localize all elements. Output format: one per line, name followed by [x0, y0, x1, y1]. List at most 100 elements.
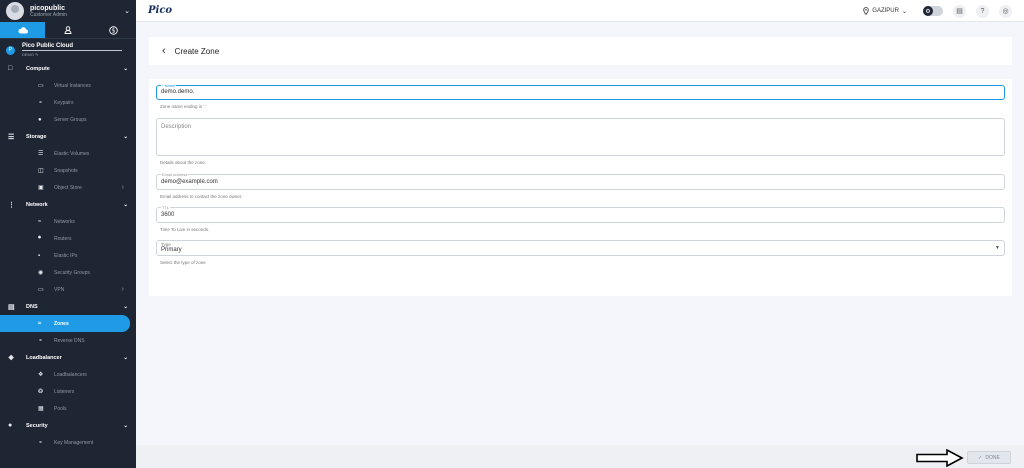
- sidebar-item-elastic-volumes[interactable]: ☰ Elastic Volumes: [0, 145, 136, 162]
- balance-icon: ❖: [38, 372, 44, 378]
- sidebar-tabs: $: [0, 22, 136, 39]
- language-button[interactable]: ◎: [999, 4, 1012, 18]
- wifi-icon: ≈: [38, 218, 42, 225]
- type-select[interactable]: Type Primary ▼: [156, 240, 1005, 256]
- key-icon: ⚬: [38, 100, 44, 106]
- volume-icon: ☰: [38, 151, 44, 157]
- sidebar-item-snapshots[interactable]: ◫ Snapshots: [0, 162, 136, 179]
- sidebar-item-vpn[interactable]: ▭ VPN ›: [0, 281, 136, 298]
- description-helper: Details about the zone.: [160, 160, 207, 165]
- user-icon: [64, 26, 72, 34]
- project-sub: DEMO ✎: [22, 52, 39, 57]
- chevron-down-icon[interactable]: ⌄: [124, 7, 130, 15]
- chevron-down-icon: ⌄: [123, 201, 128, 208]
- project-icon: P: [6, 45, 15, 55]
- project-selector[interactable]: P Pico Public Cloud DEMO ✎: [0, 39, 136, 60]
- chevron-down-icon: ⌄: [901, 8, 907, 15]
- zone-name-helper: Zone name ending in '.': [160, 104, 207, 109]
- sidebar-item-server-groups[interactable]: ● Server Groups: [0, 111, 136, 128]
- network-icon: ⋮: [8, 201, 15, 209]
- sidebar-item-reverse-dns[interactable]: ⚬ Reverse DNS: [0, 332, 136, 349]
- sidebar-item-networks[interactable]: ≈ Networks: [0, 213, 136, 230]
- ttl-field[interactable]: TTL 3600: [156, 205, 1005, 223]
- back-arrow-icon[interactable]: ‹: [162, 45, 166, 57]
- shield-icon: ◉: [38, 270, 44, 276]
- sidebar-item-loadbalancers[interactable]: ❖ Loadbalancers: [0, 366, 136, 383]
- nav-section-security[interactable]: ● Security ⌄: [0, 417, 136, 434]
- check-icon: ✓: [978, 454, 983, 461]
- chevron-down-icon: ⌄: [123, 133, 128, 140]
- nav-section-dns[interactable]: ▤ DNS ⌄: [0, 298, 136, 315]
- snapshot-icon: ◫: [38, 168, 44, 174]
- arrow-right-icon: [916, 449, 964, 467]
- database-icon: ☰: [8, 133, 15, 141]
- gear-icon: ⚙: [923, 6, 933, 16]
- avatar: [6, 2, 24, 20]
- monitor-icon: □: [8, 65, 13, 72]
- page-header: ‹ Create Zone: [149, 37, 1012, 65]
- description-field[interactable]: Description: [156, 118, 1005, 156]
- email-value: demo@example.com: [161, 179, 218, 185]
- sidebar-item-zones[interactable]: ≈ Zones: [0, 315, 130, 332]
- monitor-icon: ▭: [38, 83, 44, 89]
- email-helper: Email address to contact the zone owner.: [160, 194, 243, 199]
- ip-icon: ▪: [38, 252, 41, 259]
- logo[interactable]: Pico: [148, 5, 172, 16]
- box-icon: ▣: [38, 185, 44, 191]
- user-tab[interactable]: [45, 22, 90, 38]
- description-placeholder: Description: [161, 124, 192, 130]
- pool-icon: ▦: [38, 406, 44, 412]
- sidebar-item-security-groups[interactable]: ◉ Security Groups: [0, 264, 136, 281]
- user-role: Customer Admin: [30, 11, 67, 18]
- user-name: picopublic: [30, 4, 65, 12]
- key-icon: ⚬: [38, 440, 44, 446]
- server-icon: ▤: [8, 303, 15, 311]
- sidebar: picopublic Customer Admin ⌄ $ P Pico Pub…: [0, 0, 136, 468]
- billing-tab[interactable]: $: [91, 22, 136, 38]
- sidebar-item-object-store[interactable]: ▣ Object Store ›: [0, 179, 136, 196]
- zone-name-field[interactable]: * Name demo.demo.: [156, 83, 1005, 100]
- cloud-icon: [18, 26, 28, 33]
- user-menu[interactable]: picopublic Customer Admin ⌄: [0, 0, 136, 22]
- nav-section-compute[interactable]: □ Compute ⌄: [0, 60, 136, 77]
- sidebar-item-routers[interactable]: ⏺ Routers: [0, 230, 136, 247]
- email-field[interactable]: Email address demo@example.com: [156, 172, 1005, 190]
- zone-name-value: demo.demo.: [161, 89, 195, 95]
- catalog-button[interactable]: ▤: [953, 4, 966, 18]
- theme-toggle[interactable]: ⚙: [923, 6, 943, 16]
- help-icon: ?: [980, 7, 985, 15]
- lock-icon: ●: [8, 422, 13, 429]
- nav-section-storage[interactable]: ☰ Storage ⌄: [0, 128, 136, 145]
- monitor-icon: ▭: [38, 287, 44, 293]
- create-zone-form: * Name demo.demo. Zone name ending in '.…: [149, 79, 1012, 296]
- help-button[interactable]: ?: [976, 4, 989, 18]
- globe-icon: ◎: [1002, 8, 1009, 15]
- nav-section-network[interactable]: ⋮ Network ⌄: [0, 196, 136, 213]
- nav-section-loadbalancer[interactable]: ❖ Loadbalancer ⌄: [0, 349, 136, 366]
- sidebar-item-keypairs[interactable]: ⚬ Keypairs: [0, 94, 136, 111]
- sidebar-item-elastic-ips[interactable]: ▪ Elastic IPs: [0, 247, 136, 264]
- sidebar-item-pools[interactable]: ▦ Pools: [0, 400, 136, 417]
- dollar-icon: $: [109, 25, 118, 35]
- cloud-tab[interactable]: [0, 22, 46, 38]
- done-button[interactable]: ✓ DONE: [967, 451, 1011, 464]
- chevron-right-icon: ›: [121, 184, 124, 191]
- chevron-down-icon: ⌄: [123, 303, 128, 310]
- chevron-right-icon: ›: [121, 286, 124, 293]
- ttl-label: TTL: [161, 205, 171, 210]
- chevron-down-icon: ⌄: [123, 422, 128, 429]
- type-value: Primary: [161, 247, 182, 253]
- ttl-value: 3600: [161, 212, 175, 218]
- done-label: DONE: [985, 454, 1000, 461]
- listener-icon: ❂: [38, 389, 44, 395]
- chevron-down-icon: ⌄: [123, 354, 128, 361]
- sidebar-item-key-management[interactable]: ⚬ Key Management: [0, 434, 136, 451]
- location-pin-icon: [863, 7, 869, 15]
- sidebar-item-virtual-instances[interactable]: ▭ Virtual Instances: [0, 77, 136, 94]
- sidebar-item-listeners[interactable]: ❂ Listeners: [0, 383, 136, 400]
- router-icon: ⏺: [38, 235, 42, 241]
- location-selector[interactable]: GAZIPUR ⌄: [863, 7, 907, 15]
- zone-name-label: * Name: [161, 83, 177, 88]
- ttl-helper: Time To Live in seconds.: [160, 227, 210, 232]
- grid-icon: ▤: [956, 8, 963, 15]
